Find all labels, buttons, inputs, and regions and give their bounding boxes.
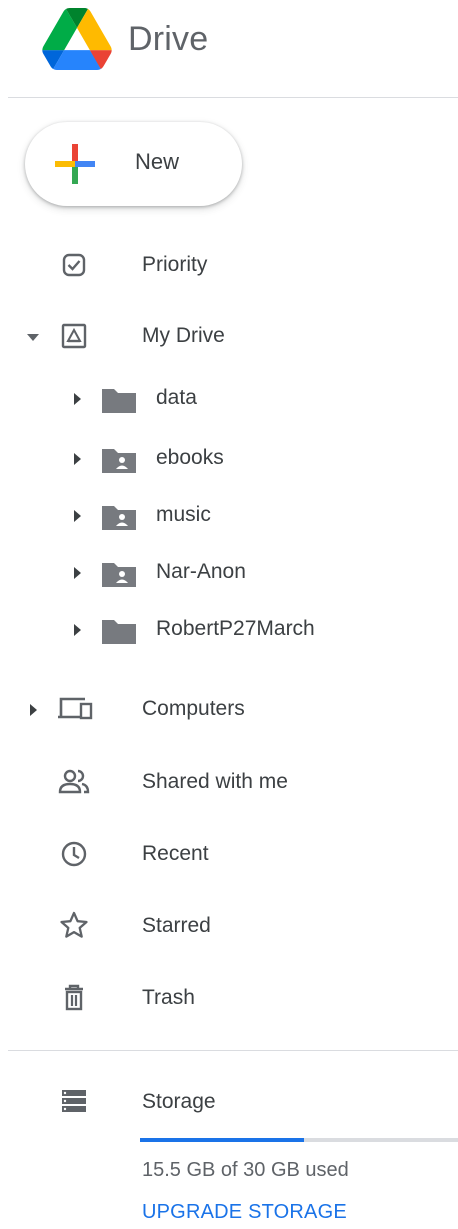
header-divider bbox=[8, 97, 458, 98]
new-button-label: New bbox=[135, 149, 180, 174]
folder-item-robertp27march[interactable]: RobertP27March bbox=[0, 605, 458, 655]
upgrade-storage-link[interactable]: UPGRADE STORAGE bbox=[142, 1201, 347, 1224]
people-icon bbox=[58, 769, 90, 794]
folder-item-music[interactable]: music bbox=[0, 491, 458, 541]
check-circle-icon bbox=[62, 253, 86, 277]
folder-item-ebooks[interactable]: ebooks bbox=[0, 434, 458, 484]
nav-item-my-drive[interactable]: My Drive bbox=[0, 306, 458, 366]
nav-label-priority: Priority bbox=[142, 253, 208, 276]
caret-right-icon[interactable] bbox=[70, 392, 84, 406]
nav-label-shared-with-me: Shared with me bbox=[142, 770, 288, 793]
nav-label-my-drive: My Drive bbox=[142, 324, 225, 347]
my-drive-icon bbox=[61, 323, 87, 349]
shared-folder-icon bbox=[102, 563, 136, 587]
storage-used-text: 15.5 GB of 30 GB used bbox=[142, 1159, 349, 1181]
folder-label-nar-anon: Nar-Anon bbox=[156, 560, 246, 583]
trash-icon bbox=[65, 984, 83, 1011]
nav-item-computers[interactable]: Computers bbox=[0, 679, 458, 739]
folder-label-music: music bbox=[156, 503, 211, 526]
caret-down-icon[interactable] bbox=[26, 330, 40, 344]
folder-label-ebooks: ebooks bbox=[156, 446, 224, 469]
new-button[interactable]: New bbox=[25, 122, 242, 206]
nav-item-recent[interactable]: Recent bbox=[0, 824, 458, 884]
storage-progress-fill bbox=[140, 1138, 305, 1142]
storage-icon bbox=[62, 1090, 86, 1112]
nav-item-storage[interactable]: Storage bbox=[0, 1072, 458, 1132]
computers-icon bbox=[58, 697, 93, 720]
nav-label-trash: Trash bbox=[142, 986, 195, 1009]
folder-label-data: data bbox=[156, 386, 197, 409]
nav-item-starred[interactable]: Starred bbox=[0, 896, 458, 956]
shared-folder-icon bbox=[102, 506, 136, 530]
star-icon bbox=[60, 911, 88, 938]
storage-divider bbox=[8, 1050, 458, 1051]
caret-right-icon[interactable] bbox=[27, 703, 41, 717]
storage-progress-bar bbox=[140, 1138, 458, 1142]
folder-item-nar-anon[interactable]: Nar-Anon bbox=[0, 548, 458, 598]
folder-label-robertp27march: RobertP27March bbox=[156, 617, 315, 640]
nav-item-trash[interactable]: Trash bbox=[0, 968, 458, 1028]
shared-folder-icon bbox=[102, 449, 136, 473]
google-drive-logo-icon[interactable] bbox=[42, 8, 112, 70]
nav-label-recent: Recent bbox=[142, 842, 209, 865]
nav-label-storage: Storage bbox=[142, 1090, 216, 1113]
caret-right-icon[interactable] bbox=[70, 509, 84, 523]
header: Drive bbox=[0, 0, 458, 98]
plus-icon bbox=[55, 144, 95, 184]
caret-right-icon[interactable] bbox=[70, 566, 84, 580]
app-title: Drive bbox=[128, 20, 209, 58]
caret-right-icon[interactable] bbox=[70, 452, 84, 466]
caret-right-icon[interactable] bbox=[70, 623, 84, 637]
nav-item-priority[interactable]: Priority bbox=[0, 235, 458, 295]
folder-icon bbox=[102, 389, 136, 413]
nav-label-starred: Starred bbox=[142, 914, 211, 937]
nav-item-shared-with-me[interactable]: Shared with me bbox=[0, 752, 458, 812]
folder-icon bbox=[102, 620, 136, 644]
clock-icon bbox=[61, 841, 87, 867]
folder-item-data[interactable]: data bbox=[0, 374, 458, 424]
nav-label-computers: Computers bbox=[142, 697, 245, 720]
